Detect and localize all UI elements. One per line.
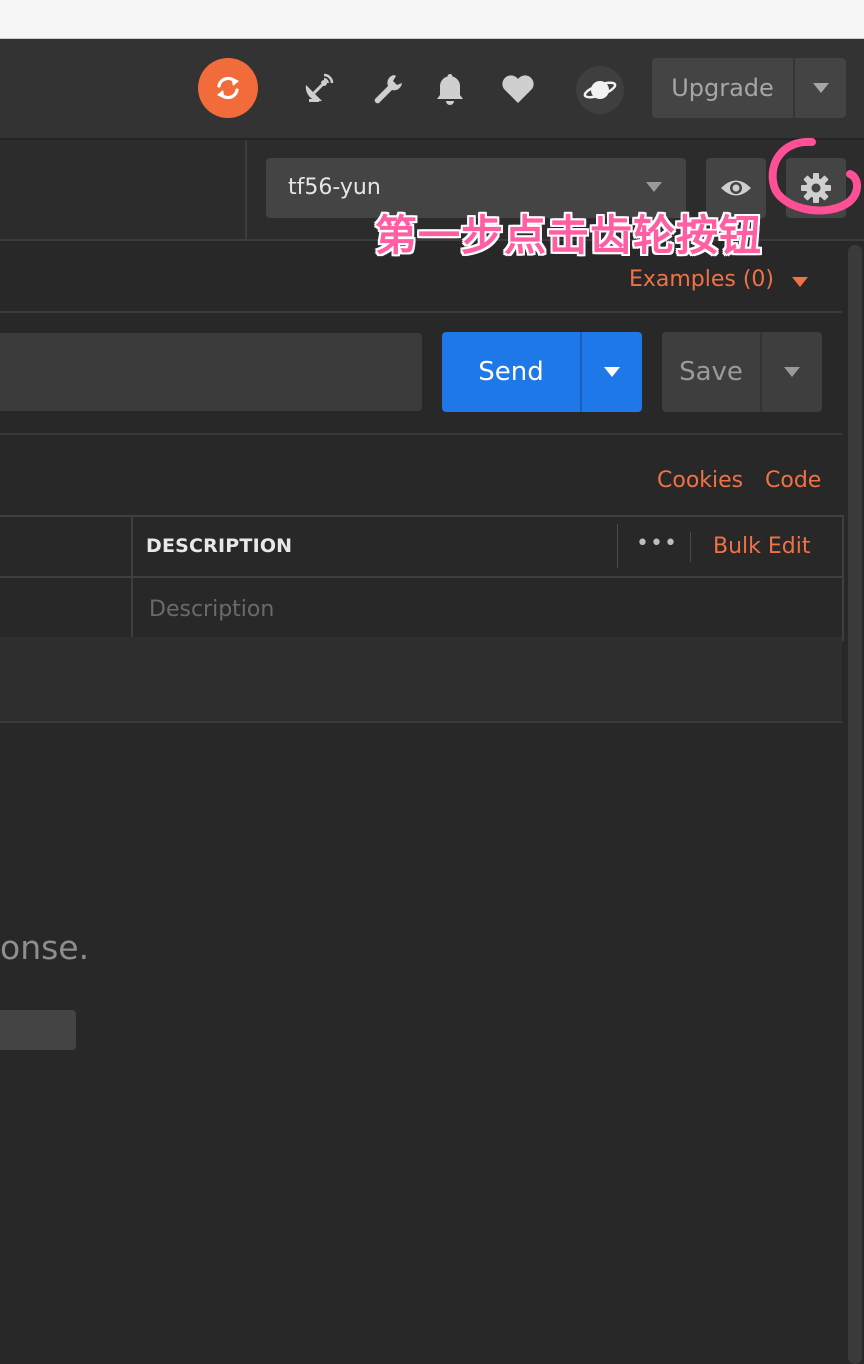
sync-icon	[217, 76, 239, 100]
favorites-button[interactable]	[498, 70, 538, 108]
examples-row: Examples (0)	[0, 241, 842, 313]
url-input[interactable]	[0, 333, 422, 411]
tabs-divider	[245, 140, 247, 239]
scrollbar[interactable]	[848, 245, 862, 1364]
save-dropdown-button[interactable]	[762, 332, 822, 412]
notifications-button[interactable]	[430, 70, 470, 108]
chevron-down-icon	[812, 83, 829, 93]
response-hint-text: onse.	[0, 928, 90, 967]
upgrade-label: Upgrade	[671, 74, 774, 102]
save-button[interactable]: Save	[662, 332, 822, 412]
upgrade-dropdown-button[interactable]	[795, 58, 846, 118]
response-action-button[interactable]	[0, 1010, 76, 1050]
workspace-button[interactable]	[576, 66, 624, 114]
planet-icon	[583, 81, 617, 99]
description-input[interactable]: Description	[149, 597, 274, 622]
header-divider	[617, 524, 618, 568]
chevron-down-icon	[784, 367, 800, 377]
cookies-link[interactable]: Cookies	[657, 468, 743, 493]
environment-value: tf56-yun	[288, 175, 381, 200]
sync-button[interactable]	[198, 58, 258, 118]
heart-icon	[502, 75, 534, 103]
examples-dropdown[interactable]: Examples (0)	[629, 267, 774, 292]
bulk-edit-link[interactable]: Bulk Edit	[713, 534, 811, 559]
wrench-icon	[374, 75, 402, 104]
eye-icon	[721, 180, 751, 196]
satellite-icon	[305, 73, 334, 102]
header-divider	[690, 532, 691, 562]
settings-wrench-button[interactable]	[368, 70, 408, 108]
chevron-down-icon	[646, 182, 662, 192]
caret-down-icon[interactable]	[792, 277, 808, 287]
table-column-divider	[131, 515, 133, 637]
annotation-circle	[768, 137, 861, 215]
more-options-button[interactable]: •••	[636, 531, 678, 556]
bell-icon	[437, 74, 463, 105]
response-header-area	[0, 637, 842, 723]
upgrade-button[interactable]: Upgrade	[652, 58, 846, 118]
send-button[interactable]: Send	[442, 332, 642, 412]
save-label: Save	[679, 357, 743, 387]
send-label: Send	[478, 357, 544, 387]
request-url-row: Send Save	[0, 313, 842, 435]
satellite-button[interactable]	[298, 70, 338, 108]
description-column-header: DESCRIPTION	[146, 535, 293, 557]
table-row-divider	[0, 576, 842, 578]
send-dropdown-button[interactable]	[582, 332, 642, 412]
app-header: Upgrade	[0, 39, 864, 140]
window-top-strip	[0, 0, 864, 39]
code-link[interactable]: Code	[765, 468, 821, 493]
chevron-down-icon	[604, 367, 620, 377]
